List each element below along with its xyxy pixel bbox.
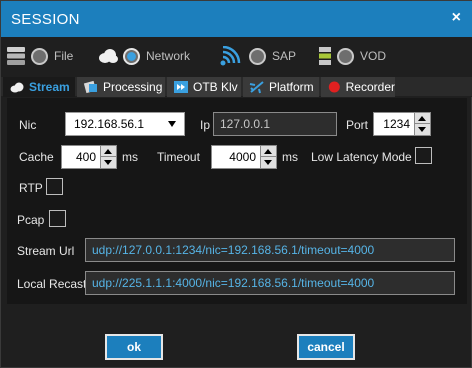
otb-icon xyxy=(174,81,188,93)
timeout-decrement-button[interactable] xyxy=(261,157,276,168)
timeout-unit: ms xyxy=(282,150,298,164)
pcap-checkbox[interactable] xyxy=(49,210,66,227)
source-vod-label: VOD xyxy=(360,49,387,63)
stream-url-label: Stream Url xyxy=(17,244,75,258)
cache-stepper[interactable]: 400 xyxy=(61,145,117,169)
port-label: Port xyxy=(346,118,369,132)
nic-value: 192.168.56.1 xyxy=(74,117,145,131)
plane-icon xyxy=(249,81,264,94)
cache-decrement-button[interactable] xyxy=(101,157,116,168)
source-network[interactable]: Network xyxy=(97,45,190,67)
source-sap[interactable]: SAP xyxy=(219,45,296,67)
port-decrement-button[interactable] xyxy=(415,124,430,135)
chevron-down-icon xyxy=(168,121,176,127)
local-recast-field[interactable]: udp://225.1.1.1:4000/nic=192.168.56.1/ti… xyxy=(85,271,455,295)
tab-otb-klv[interactable]: OTB Klv xyxy=(167,77,241,97)
low-latency-label: Low Latency Mode xyxy=(311,150,412,164)
port-spin-buttons xyxy=(414,113,430,135)
local-recast-value: udp://225.1.1.1:4000/nic=192.168.56.1/ti… xyxy=(92,276,375,290)
source-vod[interactable]: VOD xyxy=(317,45,386,67)
port-increment-button[interactable] xyxy=(415,113,430,124)
timeout-label: Timeout xyxy=(157,150,200,164)
cloud-icon xyxy=(99,49,118,63)
port-stepper[interactable]: 1234 xyxy=(373,112,431,136)
stream-url-field[interactable]: udp://127.0.0.1:1234/nic=192.168.56.1/ti… xyxy=(85,238,455,262)
stream-url-value: udp://127.0.0.1:1234/nic=192.168.56.1/ti… xyxy=(92,243,375,257)
ip-label: Ip xyxy=(200,118,211,132)
ip-field[interactable]: 127.0.0.1 xyxy=(213,112,337,136)
tab-stream[interactable]: Stream xyxy=(3,77,75,97)
cloud-icon xyxy=(10,82,24,93)
cache-unit: ms xyxy=(122,150,138,164)
dialog-title: SESSION xyxy=(11,11,80,28)
tab-platform[interactable]: Platform xyxy=(243,77,319,97)
cancel-button[interactable]: cancel xyxy=(297,334,355,360)
close-icon[interactable]: × xyxy=(452,9,461,27)
wifi-icon xyxy=(220,46,241,66)
tab-otb-klv-label: OTB Klv xyxy=(193,80,238,94)
nic-label: Nic xyxy=(19,118,37,132)
ip-value: 127.0.0.1 xyxy=(220,117,271,131)
port-value: 1234 xyxy=(383,117,410,131)
local-recast-label: Local Recast xyxy=(17,277,87,291)
processing-icon xyxy=(83,80,97,94)
low-latency-checkbox[interactable] xyxy=(415,147,432,164)
source-file[interactable]: File xyxy=(5,45,73,67)
source-file-label: File xyxy=(54,49,74,63)
rtp-checkbox[interactable] xyxy=(46,178,63,195)
tab-processing[interactable]: Processing xyxy=(77,77,165,97)
ok-button[interactable]: ok xyxy=(105,334,163,360)
cache-increment-button[interactable] xyxy=(101,146,116,157)
cache-spin-buttons xyxy=(100,146,116,168)
record-icon xyxy=(328,81,340,93)
nic-dropdown[interactable]: 192.168.56.1 xyxy=(65,112,185,136)
timeout-stepper[interactable]: 4000 xyxy=(211,145,277,169)
cache-label: Cache xyxy=(19,150,54,164)
radio-file[interactable] xyxy=(31,47,48,65)
radio-vod[interactable] xyxy=(337,47,354,65)
title-bar: SESSION × xyxy=(1,1,472,37)
timeout-increment-button[interactable] xyxy=(261,146,276,157)
tab-processing-label: Processing xyxy=(103,80,163,94)
source-network-label: Network xyxy=(146,49,191,63)
source-sap-label: SAP xyxy=(272,49,297,63)
tab-recorder[interactable]: Recorder xyxy=(321,77,395,97)
pcap-label: Pcap xyxy=(17,213,45,227)
tab-recorder-label: Recorder xyxy=(345,80,395,94)
session-dialog: SESSION × File Network SAP VOD Stream Pr… xyxy=(0,0,472,368)
tab-bar: Stream Processing OTB Klv Platform Recor… xyxy=(1,77,472,97)
tab-stream-label: Stream xyxy=(29,80,70,94)
tab-platform-label: Platform xyxy=(269,80,314,94)
radio-network[interactable] xyxy=(123,47,140,65)
source-selector: File Network SAP VOD xyxy=(1,37,472,77)
radio-sap[interactable] xyxy=(249,47,266,65)
server-icon xyxy=(319,47,331,65)
timeout-value: 4000 xyxy=(229,150,256,164)
timeout-spin-buttons xyxy=(260,146,276,168)
cache-value: 400 xyxy=(75,150,96,164)
storage-icon xyxy=(7,47,25,65)
rtp-label: RTP xyxy=(19,181,43,195)
